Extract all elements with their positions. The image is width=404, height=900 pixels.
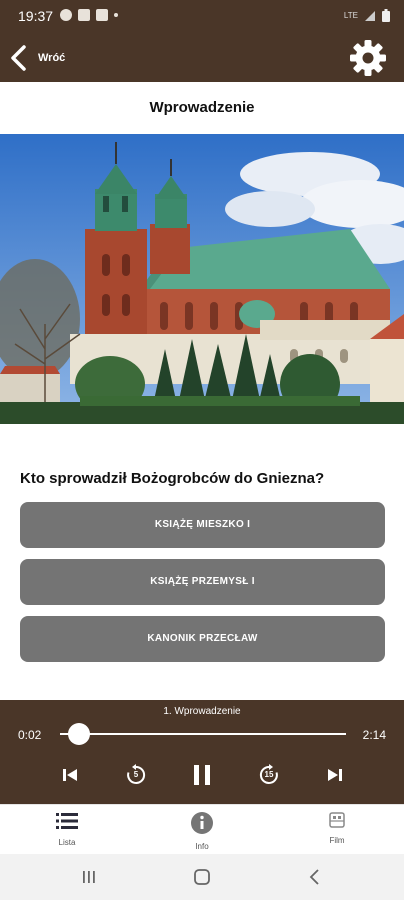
system-back-icon (309, 869, 319, 885)
recent-apps-button[interactable] (74, 864, 104, 890)
gear-icon (350, 40, 386, 76)
signal-icon (365, 10, 375, 21)
bottom-navigation: Lista Info Film (0, 804, 404, 854)
skip-previous-icon (63, 769, 77, 781)
back-button[interactable]: Wróć (8, 42, 78, 74)
home-icon (194, 869, 210, 885)
nav-item-lista[interactable]: Lista (32, 811, 102, 853)
image-notification-icon (96, 9, 108, 21)
recent-apps-icon (83, 871, 95, 883)
total-time: 2:14 (362, 728, 386, 742)
chevron-left-icon (11, 45, 26, 71)
answer-button-1[interactable]: KSIĄŻĘ MIESZKO I (20, 502, 385, 548)
track-title: 1. Wprowadzenie (163, 706, 241, 717)
forward-button[interactable]: 15 (254, 760, 284, 790)
status-right: LTE (344, 9, 390, 22)
back-label: Wróć (38, 52, 66, 64)
next-button[interactable] (320, 760, 350, 790)
skip-next-icon (328, 769, 342, 781)
app-bar: Wróć (0, 32, 404, 82)
quiz-question: Kto sprowadził Bożogrobców do Gniezna? (20, 470, 325, 487)
pause-button[interactable] (187, 760, 217, 790)
notification-app-icon (60, 9, 72, 21)
system-back-button[interactable] (300, 864, 330, 890)
nav-label-film: Film (329, 836, 345, 845)
notification-icons (60, 9, 118, 21)
page-title: Wprowadzenie (149, 99, 255, 116)
seek-handle[interactable] (67, 723, 90, 745)
current-time: 0:02 (18, 728, 42, 742)
answer-button-2[interactable]: KSIĄŻĘ PRZEMYSŁ I (20, 559, 385, 605)
nav-label-info: Info (195, 842, 209, 851)
system-navigation-bar (0, 854, 404, 900)
nav-item-info[interactable]: Info (167, 811, 237, 853)
nav-item-film[interactable]: Film (302, 811, 372, 853)
pause-icon (194, 765, 210, 785)
cathedral-image (0, 134, 404, 424)
seek-bar[interactable] (60, 733, 346, 735)
rewind-button[interactable]: 5 (121, 760, 151, 790)
battery-icon (382, 9, 390, 22)
gallery-notification-icon (78, 9, 90, 21)
list-icon (56, 813, 78, 829)
film-icon (329, 812, 345, 828)
previous-button[interactable] (55, 760, 85, 790)
audio-player: 1. Wprowadzenie 0:02 2:14 5 15 (0, 700, 404, 804)
status-bar: 19:37 LTE (0, 0, 404, 32)
status-time: 19:37 (18, 8, 54, 24)
answer-button-3[interactable]: KANONIK PRZECŁAW (20, 616, 385, 662)
network-type: LTE (343, 10, 358, 20)
forward-seconds: 15 (264, 770, 274, 779)
settings-button[interactable] (348, 38, 388, 78)
home-button[interactable] (187, 864, 217, 890)
rewind-seconds: 5 (133, 770, 139, 779)
nav-label-lista: Lista (58, 838, 76, 847)
more-notifications-icon (114, 13, 118, 17)
info-icon (191, 812, 213, 834)
